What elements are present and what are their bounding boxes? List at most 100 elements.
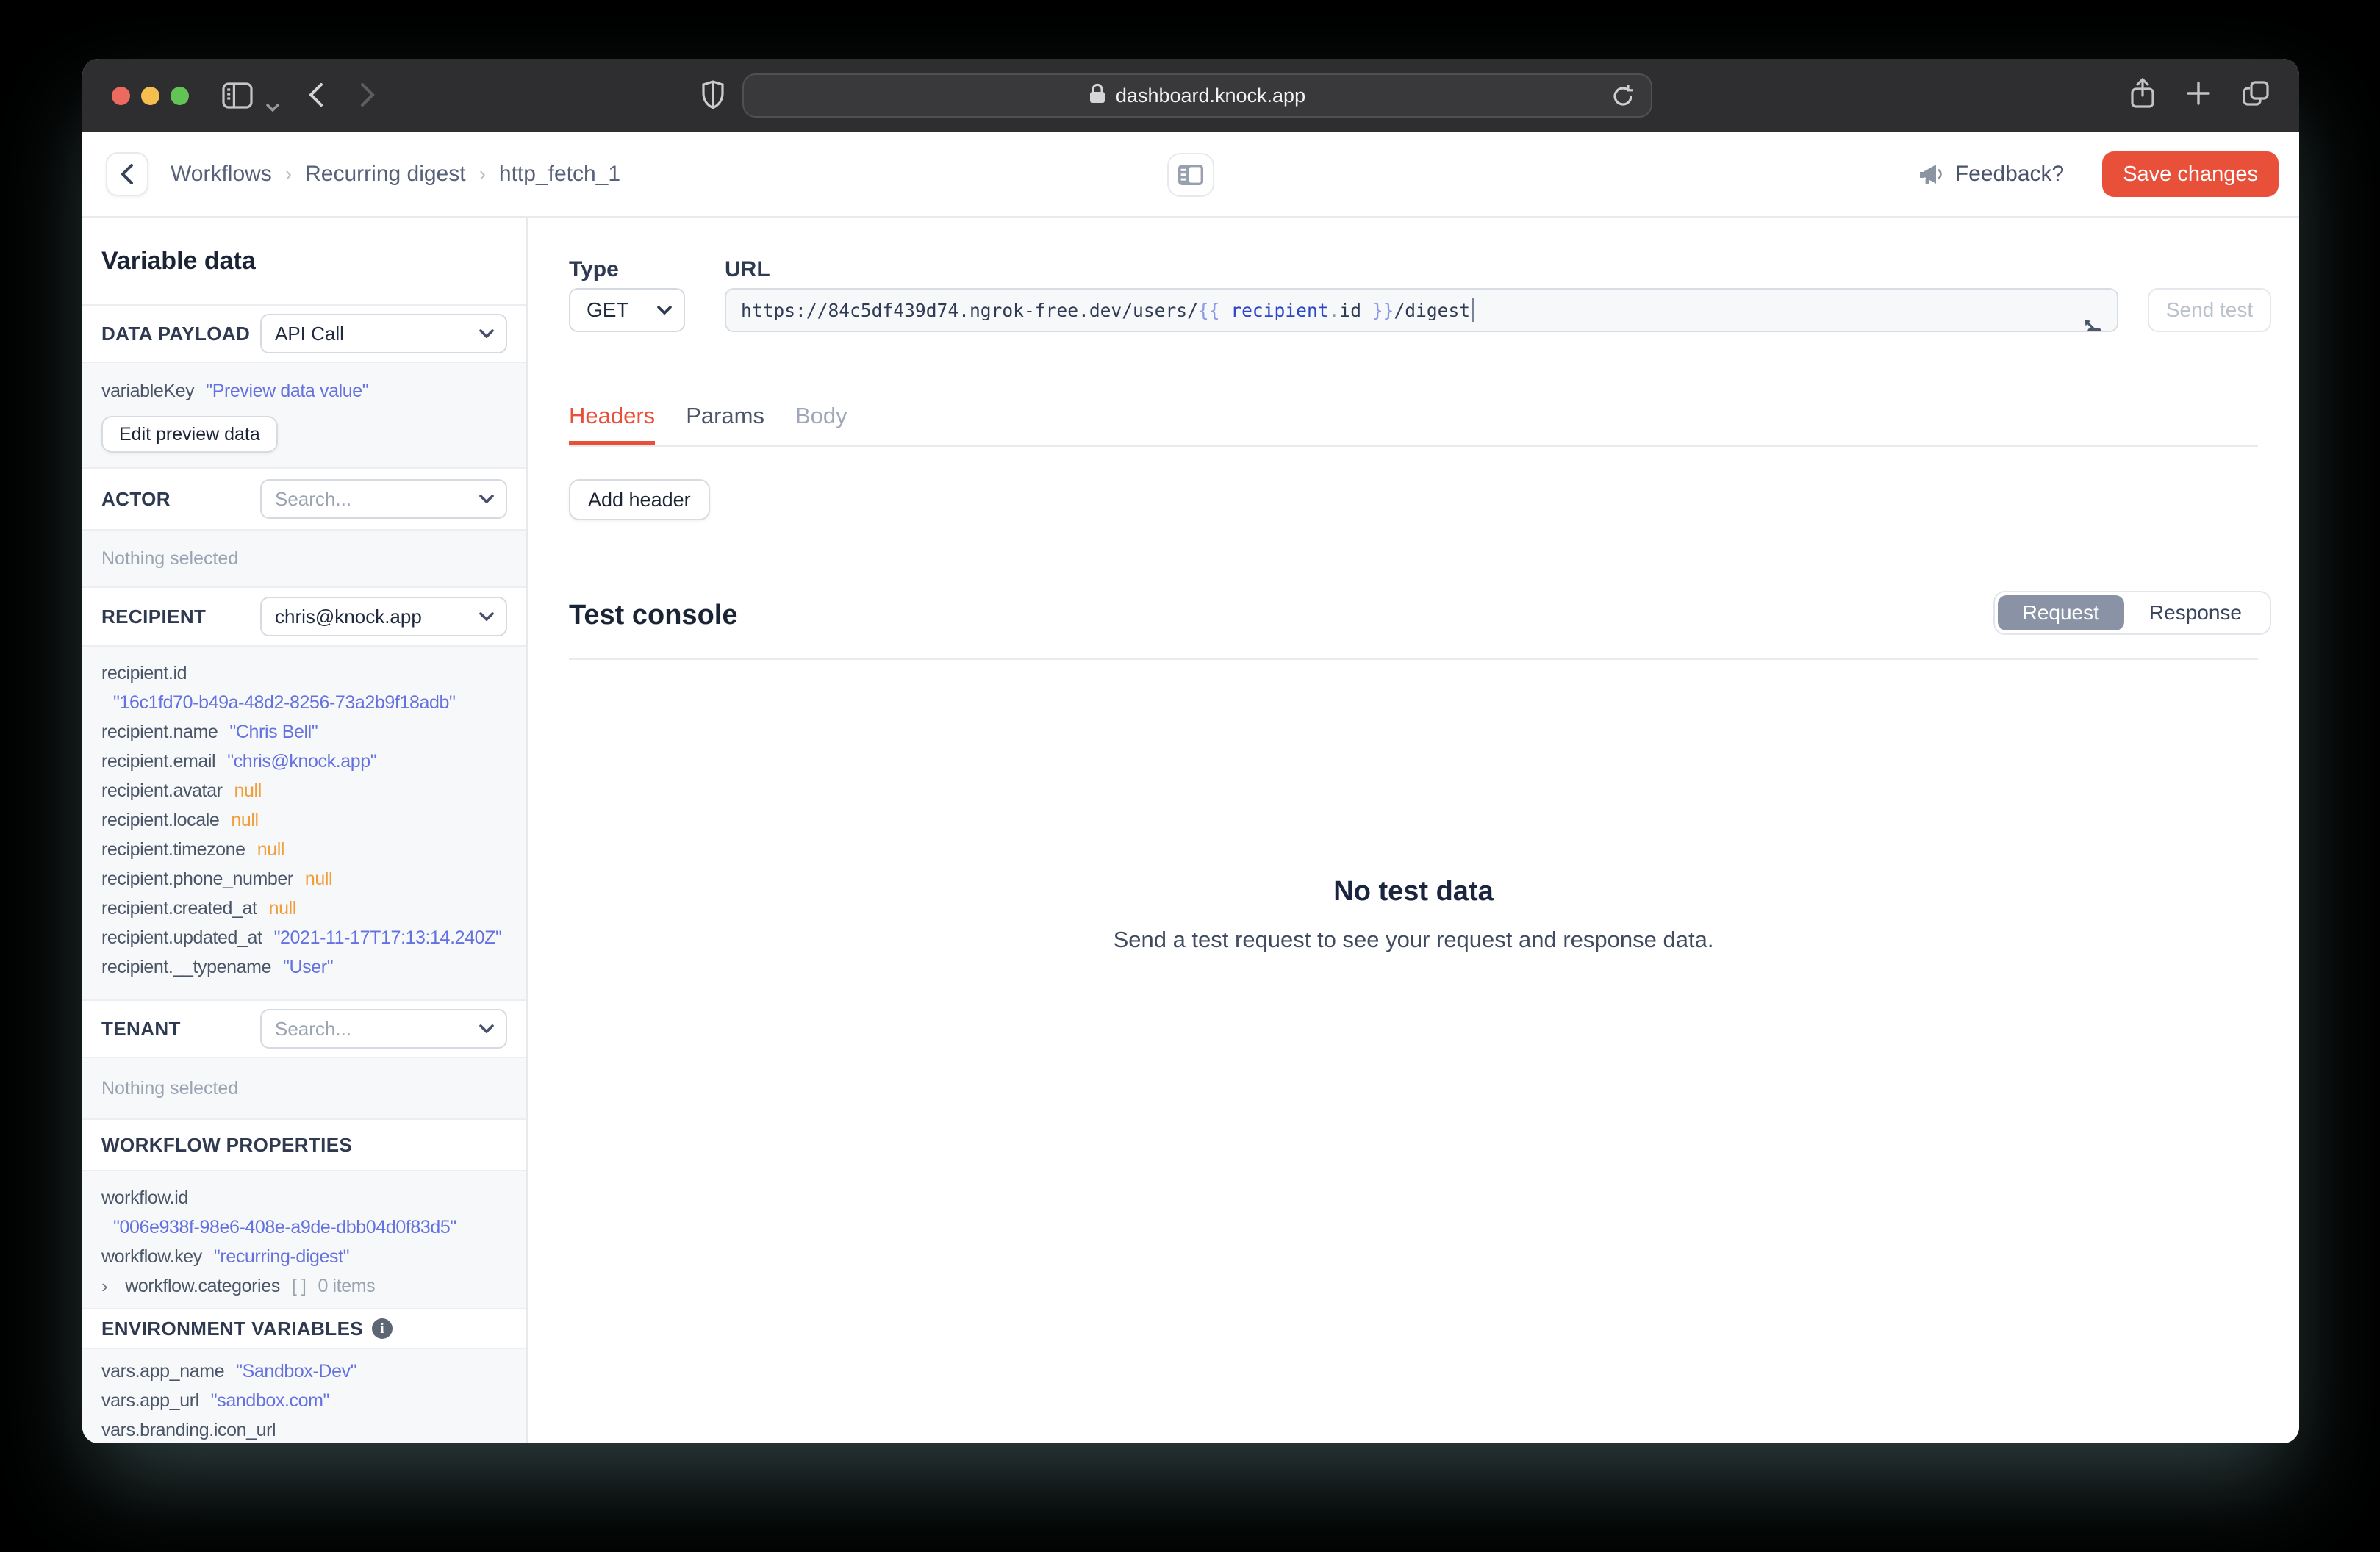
- address-bar[interactable]: dashboard.knock.app: [742, 73, 1652, 118]
- field-key: recipient.locale: [101, 810, 220, 830]
- reload-icon[interactable]: [1611, 84, 1635, 115]
- insert-variable-icon[interactable]: [1951, 297, 2105, 331]
- browser-toolbar: dashboard.knock.app: [82, 59, 2299, 132]
- field-key: recipient.__typename: [101, 957, 272, 977]
- window-controls: [112, 87, 189, 105]
- field-value: null: [268, 898, 297, 919]
- tabs-divider: [569, 445, 2258, 447]
- tenant-label: TENANT: [101, 1017, 181, 1040]
- breadcrumb-separator-icon: ›: [478, 162, 486, 185]
- data-payload-value: API Call: [275, 322, 344, 345]
- minimize-window-button[interactable]: [141, 87, 159, 105]
- toggle-response[interactable]: Response: [2124, 595, 2267, 630]
- field-row: recipient.locale null: [101, 805, 507, 835]
- request-tabs: Headers Params Body: [569, 403, 847, 445]
- toggle-request[interactable]: Request: [1997, 595, 2124, 630]
- header-actions: Feedback? Save changes: [1918, 151, 2279, 197]
- breadcrumb: Workflows › Recurring digest › http_fetc…: [171, 162, 620, 187]
- tab-body[interactable]: Body: [795, 403, 847, 445]
- feedback-link[interactable]: Feedback?: [1918, 162, 2064, 187]
- field-row: recipient.email "chris@knock.app": [101, 747, 507, 776]
- tab-headers[interactable]: Headers: [569, 403, 656, 445]
- maximize-window-button[interactable]: [171, 87, 189, 105]
- method-value: GET: [587, 298, 629, 321]
- workflow-categories-row[interactable]: › workflow.categories [ ] 0 items: [101, 1271, 507, 1301]
- recipient-label: RECIPIENT: [101, 605, 207, 628]
- tab-overview-icon[interactable]: [2242, 80, 2270, 112]
- new-tab-icon[interactable]: [2186, 81, 2211, 112]
- field-value-row: "16c1fd70-b49a-48d2-8256-73a2b9f18adb": [101, 688, 507, 717]
- field-row: recipient.__typename "User": [101, 952, 507, 982]
- field-key: vars.branding.icon_url: [101, 1420, 276, 1440]
- expand-chevron-icon[interactable]: ›: [101, 1271, 108, 1301]
- text-caret: [1472, 298, 1474, 322]
- tab-params[interactable]: Params: [686, 403, 764, 445]
- url-input[interactable]: https://84c5df439d74.ngrok-free.dev/user…: [725, 288, 2118, 332]
- console-divider: [569, 658, 2258, 660]
- field-key: recipient.timezone: [101, 839, 245, 860]
- breadcrumb-workflows[interactable]: Workflows: [171, 162, 272, 187]
- actor-empty-text: Nothing selected: [101, 547, 239, 569]
- privacy-shield-icon[interactable]: [701, 79, 725, 116]
- url-liquid-var: recipient: [1219, 299, 1329, 321]
- empty-state: No test data Send a test request to see …: [528, 876, 2299, 953]
- edit-preview-data-button[interactable]: Edit preview data: [101, 416, 278, 453]
- field-key: recipient.phone_number: [101, 869, 293, 889]
- field-row: recipient.name "Chris Bell": [101, 717, 507, 747]
- chevron-down-icon: [479, 612, 494, 621]
- field-value: "Sandbox-Dev": [236, 1361, 357, 1382]
- actor-label: ACTOR: [101, 487, 171, 510]
- field-value: "Chris Bell": [229, 722, 318, 742]
- sidebar-chevron-down-icon[interactable]: [266, 91, 279, 118]
- request-editor: Type URL GET https://84c5df439d74.ngrok-…: [528, 218, 2299, 1443]
- sidebar-title: Variable data: [82, 218, 526, 306]
- environment-variables-fields: vars.app_name "Sandbox-Dev" vars.app_url "…: [82, 1349, 526, 1443]
- actor-select[interactable]: Search...: [260, 479, 507, 519]
- preview-data-section: variableKey "Preview data value" Edit pr…: [82, 363, 526, 469]
- field-key: recipient.email: [101, 751, 216, 772]
- tenant-select[interactable]: Search...: [260, 1009, 507, 1049]
- info-icon[interactable]: i: [372, 1318, 393, 1339]
- forward-arrow-icon[interactable]: [360, 82, 375, 113]
- data-payload-select[interactable]: API Call: [260, 314, 507, 353]
- app-body: Variable data DATA PAYLOAD API Call vari…: [82, 218, 2299, 1443]
- megaphone-icon: [1919, 165, 1942, 184]
- field-row: vars.app_url "sandbox.com": [101, 1386, 507, 1415]
- recipient-selected-value: chris@knock.app: [275, 605, 422, 628]
- actor-placeholder: Search...: [275, 487, 352, 510]
- type-label: Type: [569, 257, 619, 281]
- field-row: workflow.key "recurring-digest": [101, 1242, 507, 1271]
- field-value-row: "006e938f-98e6-408e-a9de-dbb04d0f83d5": [101, 1212, 507, 1242]
- back-arrow-icon[interactable]: [309, 82, 323, 113]
- breadcrumb-recurring-digest[interactable]: Recurring digest: [305, 162, 465, 187]
- back-button[interactable]: [106, 152, 148, 196]
- preview-key: variableKey: [101, 381, 195, 401]
- save-changes-button[interactable]: Save changes: [2102, 151, 2279, 197]
- toggle-panel-button[interactable]: [1167, 153, 1214, 197]
- toolbar-sidebar-icon[interactable]: [222, 82, 253, 115]
- workflow-properties-row: WORKFLOW PROPERTIES: [82, 1120, 526, 1171]
- url-liquid-close: }}: [1361, 299, 1394, 321]
- url-liquid-dot: .: [1328, 299, 1340, 321]
- method-select[interactable]: GET: [569, 288, 685, 332]
- field-value: null: [231, 810, 259, 830]
- field-value: null: [304, 869, 333, 889]
- toolbar-right-icons: [2130, 77, 2270, 115]
- recipient-select[interactable]: chris@knock.app: [260, 597, 507, 636]
- breadcrumb-separator-icon: ›: [284, 162, 293, 185]
- tenant-row: TENANT Search...: [82, 1001, 526, 1058]
- recipient-fields: recipient.id "16c1fd70-b49a-48d2-8256-73…: [82, 647, 526, 1001]
- field-row: recipient.timezone null: [101, 835, 507, 864]
- field-row: vars.branding.icon_url: [101, 1415, 507, 1443]
- send-test-button[interactable]: Send test: [2148, 288, 2271, 332]
- url-segment-tail: /digest: [1394, 299, 1471, 321]
- workflow-properties-label: WORKFLOW PROPERTIES: [101, 1133, 353, 1156]
- app-header: Workflows › Recurring digest › http_fetc…: [82, 132, 2299, 218]
- field-key: recipient.created_at: [101, 898, 257, 919]
- share-icon[interactable]: [2130, 77, 2155, 115]
- field-bracket: [ ]: [291, 1276, 307, 1296]
- close-window-button[interactable]: [112, 87, 130, 105]
- workflow-properties-fields: workflow.id "006e938f-98e6-408e-a9de-dbb…: [82, 1171, 526, 1310]
- add-header-button[interactable]: Add header: [569, 479, 710, 520]
- chevron-down-icon: [657, 306, 672, 315]
